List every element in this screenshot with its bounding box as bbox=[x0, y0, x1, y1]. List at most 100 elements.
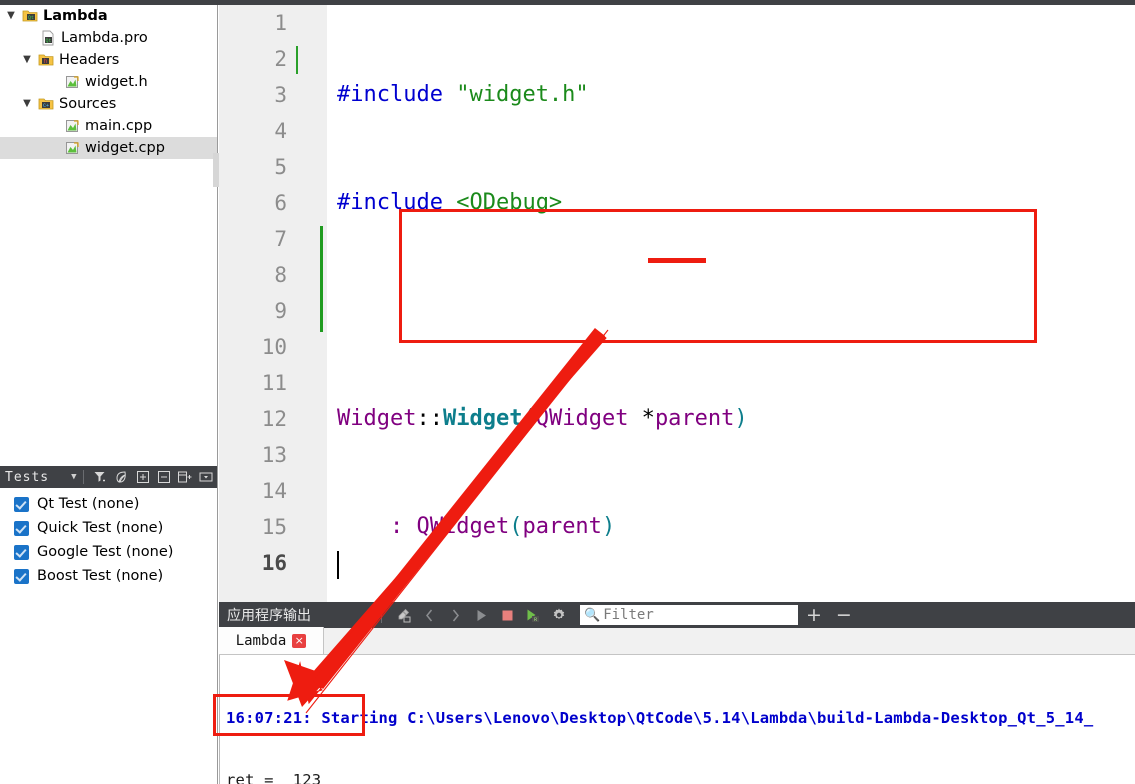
stop-icon[interactable] bbox=[494, 604, 520, 626]
sources-folder-icon: C+ bbox=[36, 97, 56, 111]
code-text-area[interactable]: #include "widget.h" #include <QDebug> Wi… bbox=[327, 5, 1135, 755]
line-number: 2 bbox=[274, 47, 287, 71]
headers-folder-icon: h bbox=[36, 53, 56, 67]
zoom-in-button[interactable]: + bbox=[806, 604, 822, 626]
line2-cursor-marker bbox=[296, 46, 298, 74]
cpp-source-file-icon bbox=[62, 119, 82, 134]
svg-text:h: h bbox=[44, 58, 48, 65]
tree-item-main-cpp[interactable]: main.cpp bbox=[0, 115, 217, 137]
checkbox-checked-icon[interactable] bbox=[14, 496, 29, 512]
filter-placeholder: Filter bbox=[603, 607, 654, 623]
zoom-controls: + − bbox=[806, 604, 852, 626]
line-number: 10 bbox=[261, 335, 287, 359]
line-number: 4 bbox=[274, 119, 287, 143]
qt-creator-window: ▼ Qt Lambda Qt Lambda.pro ▼ h Headers wi… bbox=[0, 0, 1135, 784]
output-tab-bar: Lambda × bbox=[219, 627, 1135, 655]
tree-item-lambda-pro[interactable]: Qt Lambda.pro bbox=[0, 27, 217, 49]
svg-text:C+: C+ bbox=[43, 103, 49, 109]
code-line-1: #include "widget.h" bbox=[337, 82, 589, 107]
application-output-pane: 应用程序输出 R 🔍 Filter + − Lambda × 16:07:21:… bbox=[219, 602, 1135, 784]
output-tab-lambda[interactable]: Lambda × bbox=[219, 627, 324, 654]
test-item-label: Google Test (none) bbox=[37, 544, 174, 560]
test-item-label: Quick Test (none) bbox=[37, 520, 164, 536]
tests-list[interactable]: Qt Test (none) Quick Test (none) Google … bbox=[0, 488, 217, 588]
code-line-2: #include <QDebug> bbox=[337, 190, 563, 215]
line-number-current: 16 bbox=[261, 551, 287, 575]
tree-item-widget-h[interactable]: widget.h bbox=[0, 71, 217, 93]
tree-item-label: Lambda.pro bbox=[61, 30, 148, 46]
leaf-icon[interactable] bbox=[111, 468, 132, 486]
code-line-4: Widget::Widget(QWidget *parent) bbox=[337, 406, 748, 431]
svg-text:Qt: Qt bbox=[28, 15, 34, 21]
change-bar-marker bbox=[320, 226, 323, 332]
options-dropdown-icon[interactable] bbox=[196, 468, 217, 486]
prev-item-icon[interactable] bbox=[416, 604, 442, 626]
line-number: 5 bbox=[274, 155, 287, 179]
line-number: 12 bbox=[261, 407, 287, 431]
line-number: 9 bbox=[274, 299, 287, 323]
tree-item-label: Headers bbox=[59, 52, 120, 68]
clear-output-icon[interactable] bbox=[390, 604, 416, 626]
output-text-area[interactable]: 16:07:21: Starting C:\Users\Lenovo\Deskt… bbox=[219, 655, 1135, 784]
toolbar-separator bbox=[82, 470, 84, 484]
tree-item-label: widget.cpp bbox=[85, 140, 165, 156]
qt-pro-file-icon: Qt bbox=[38, 30, 58, 46]
output-line-result: ret = 123 bbox=[226, 771, 322, 784]
tests-header: Tests ▼ bbox=[0, 466, 217, 488]
test-item-qt-test[interactable]: Qt Test (none) bbox=[0, 492, 217, 516]
chevron-down-icon[interactable]: ▼ bbox=[71, 472, 76, 482]
chevron-down-icon[interactable]: ▼ bbox=[18, 55, 36, 65]
text-cursor bbox=[337, 551, 339, 579]
qt-project-folder-icon: Qt bbox=[20, 9, 40, 23]
new-window-icon[interactable] bbox=[175, 468, 196, 486]
tree-item-label: Lambda bbox=[43, 8, 108, 24]
line-number: 14 bbox=[261, 479, 287, 503]
tree-item-sources[interactable]: ▼ C+ Sources bbox=[0, 93, 217, 115]
test-item-boost-test[interactable]: Boost Test (none) bbox=[0, 564, 217, 588]
test-item-google-test[interactable]: Google Test (none) bbox=[0, 540, 217, 564]
line-number-gutter: 1 2 3 4 5 6 7 8 9 10 11 12 13 14 15 16 bbox=[219, 5, 327, 602]
output-tab-label: Lambda bbox=[235, 632, 287, 649]
checkbox-checked-icon[interactable] bbox=[14, 544, 29, 560]
output-line-start: 16:07:21: Starting C:\Users\Lenovo\Deskt… bbox=[226, 709, 1094, 727]
chevron-down-icon[interactable]: ▼ bbox=[2, 11, 20, 21]
toolbar-separator bbox=[381, 607, 382, 623]
left-sidebar: ▼ Qt Lambda Qt Lambda.pro ▼ h Headers wi… bbox=[0, 5, 219, 784]
tree-item-label: Sources bbox=[59, 96, 117, 112]
test-item-quick-test[interactable]: Quick Test (none) bbox=[0, 516, 217, 540]
line-number: 6 bbox=[274, 191, 287, 215]
tree-item-headers[interactable]: ▼ h Headers bbox=[0, 49, 217, 71]
next-item-icon[interactable] bbox=[442, 604, 468, 626]
tests-pane: Tests ▼ Qt Test (none) Quick Test (none)… bbox=[0, 466, 217, 784]
line-number: 15 bbox=[261, 515, 287, 539]
filter-input[interactable]: 🔍 Filter bbox=[580, 605, 798, 625]
line-number: 8 bbox=[274, 263, 287, 287]
close-icon[interactable]: × bbox=[292, 633, 307, 648]
collapse-all-icon[interactable] bbox=[153, 468, 174, 486]
project-tree[interactable]: ▼ Qt Lambda Qt Lambda.pro ▼ h Headers wi… bbox=[0, 5, 217, 466]
tree-item-label: widget.h bbox=[85, 74, 148, 90]
checkbox-checked-icon[interactable] bbox=[14, 568, 29, 584]
zoom-out-button[interactable]: − bbox=[836, 604, 852, 626]
code-line-5: : QWidget(parent) bbox=[389, 514, 616, 539]
tree-item-lambda[interactable]: ▼ Qt Lambda bbox=[0, 5, 217, 27]
line-number: 13 bbox=[261, 443, 287, 467]
line-number: 11 bbox=[261, 371, 287, 395]
tree-item-label: main.cpp bbox=[85, 118, 153, 134]
chevron-down-icon[interactable]: ▼ bbox=[18, 99, 36, 109]
annotation-return-type-underline bbox=[648, 258, 706, 263]
output-pane-header: 应用程序输出 R 🔍 Filter + − bbox=[219, 602, 1135, 628]
filter-funnel-icon[interactable] bbox=[90, 468, 111, 486]
tests-title: Tests bbox=[5, 469, 50, 485]
code-editor[interactable]: 1 2 3 4 5 6 7 8 9 10 11 12 13 14 15 16 #… bbox=[219, 5, 1135, 755]
expand-all-icon[interactable] bbox=[132, 468, 153, 486]
run-icon[interactable] bbox=[468, 604, 494, 626]
test-item-label: Qt Test (none) bbox=[37, 496, 140, 512]
line-number: 3 bbox=[274, 83, 287, 107]
output-pane-title: 应用程序输出 bbox=[227, 608, 311, 624]
rerun-icon[interactable]: R bbox=[520, 604, 546, 626]
settings-gear-icon[interactable] bbox=[546, 604, 572, 626]
checkbox-checked-icon[interactable] bbox=[14, 520, 29, 536]
tree-item-widget-cpp[interactable]: widget.cpp bbox=[0, 137, 217, 159]
